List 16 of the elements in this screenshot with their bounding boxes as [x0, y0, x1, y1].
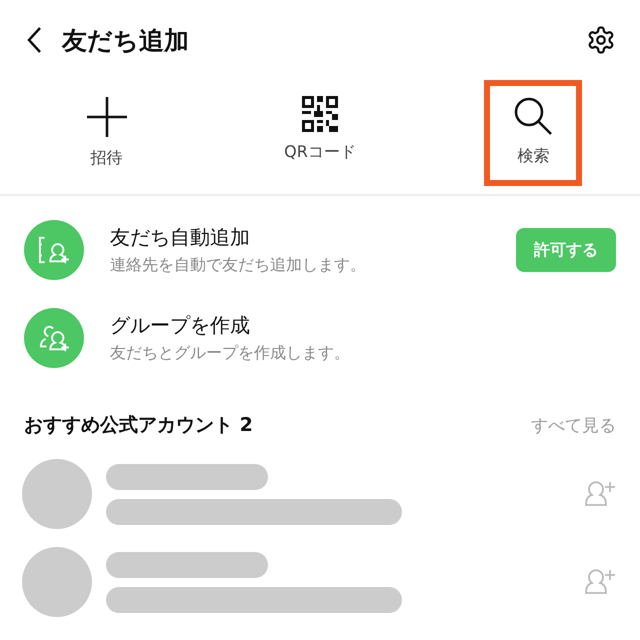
qr-code-icon [302, 96, 338, 132]
invite-action-button[interactable]: 招待 [58, 80, 156, 186]
qr-action-button[interactable]: QRコード [270, 80, 369, 186]
section-title: おすすめ公式アカウント 2 [24, 413, 253, 438]
search-action-button[interactable]: 検索 [484, 80, 582, 186]
feature-title: 友だち自動追加 [110, 224, 251, 251]
contact-add-icon [37, 235, 71, 265]
group-add-icon [37, 323, 71, 353]
back-button[interactable] [26, 26, 42, 54]
feature-title: グループを作成 [110, 312, 251, 339]
feature-description: 連絡先を自動で友だち追加します。 [110, 255, 367, 276]
plus-icon [86, 96, 128, 138]
search-icon [513, 96, 554, 136]
settings-button[interactable] [586, 25, 616, 55]
page-title: 友だち追加 [62, 24, 190, 56]
feature-description: 友だちとグループを作成します。 [110, 343, 351, 364]
